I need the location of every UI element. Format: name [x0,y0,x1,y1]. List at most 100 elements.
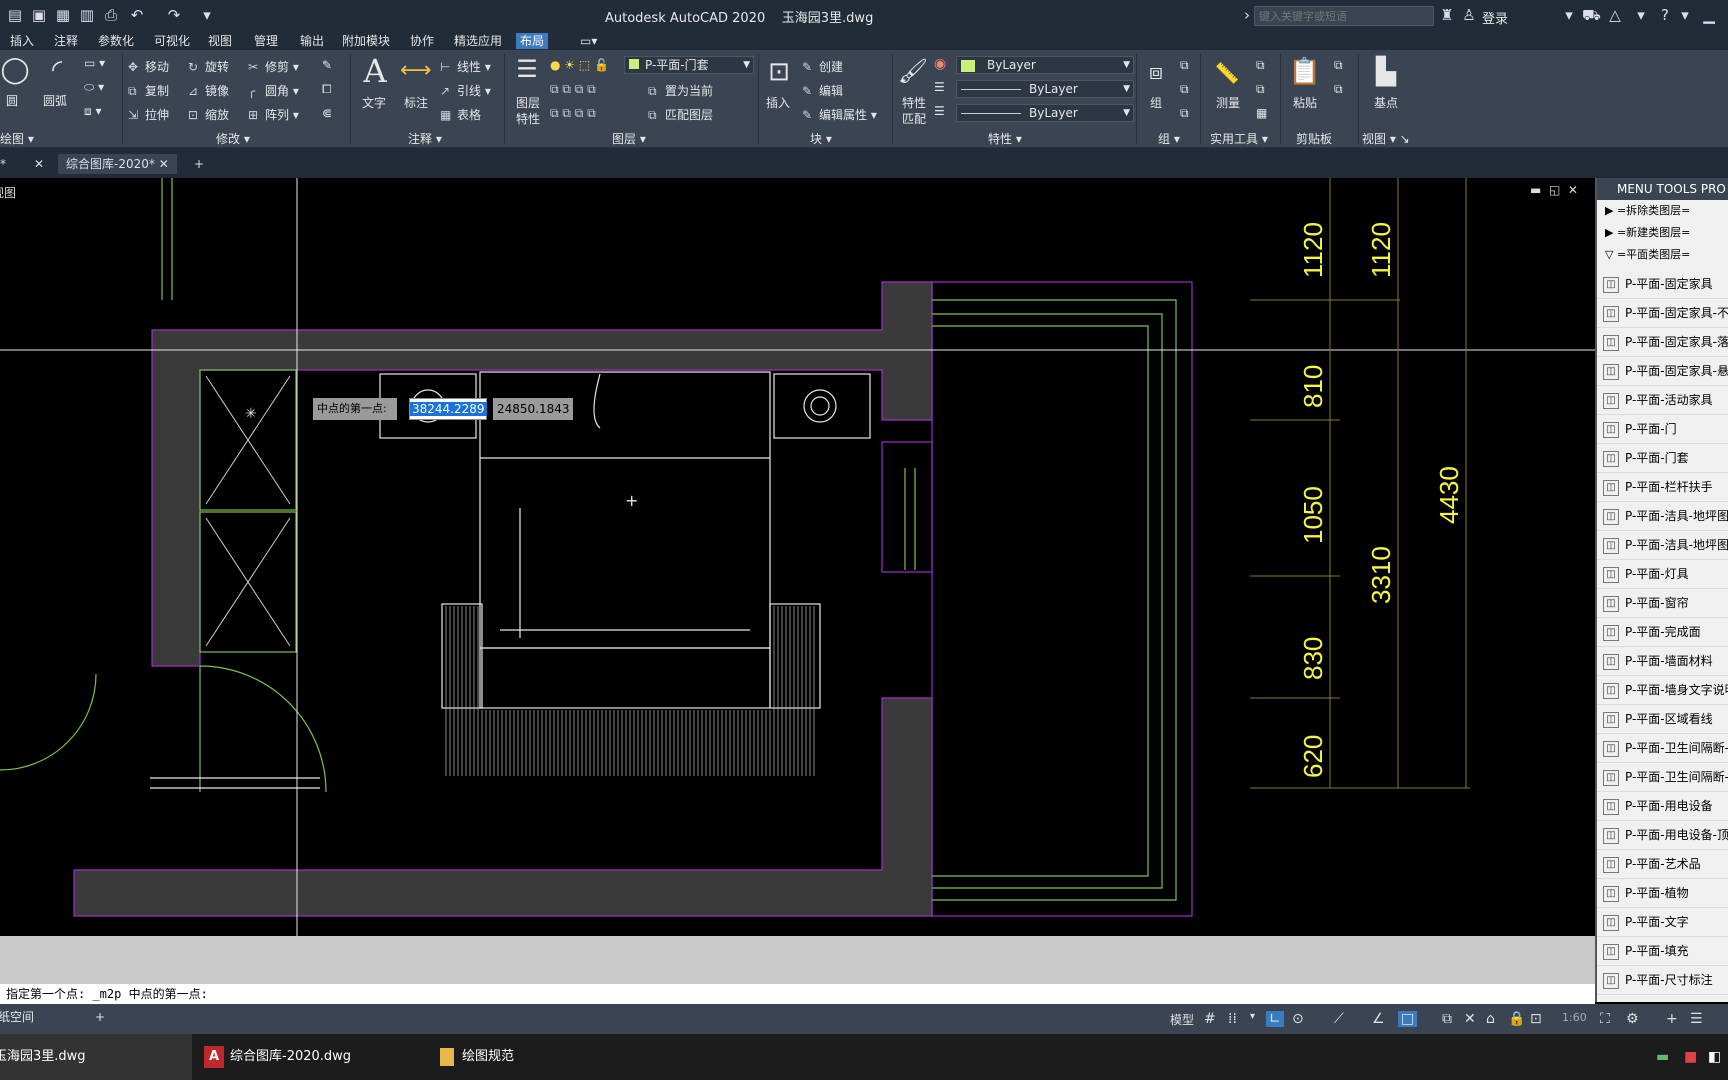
lineweight-dropdown[interactable]: ByLayer ▼ [956,104,1134,122]
block-panel-title[interactable]: 块 ▾ [810,130,832,146]
ungroup-icon[interactable]: ⧉ [1180,58,1189,73]
binoculars-icon[interactable]: ♜ [1438,6,1456,24]
tools-icon[interactable]: ✕ [1464,1011,1476,1027]
tab-addins[interactable]: 附加模块 [338,33,394,49]
minimize-icon[interactable]: ▁ [1700,6,1718,24]
palette-item[interactable]: ◫ P-平面-栏杆扶手 [1597,473,1728,502]
taskbar-item-folder[interactable]: 绘图规范 [440,1034,660,1080]
drawing-canvas[interactable]: 俯视图 ▬ ◱ ✕ [0,178,1595,936]
circle-icon[interactable]: ◯ [0,56,30,84]
palette-item[interactable]: ◫ P-平面-固定家具-悬空 [1597,357,1728,386]
user-icon[interactable]: ♙ [1460,6,1478,24]
rotate-button[interactable]: ↻ 旋转 [188,58,229,75]
palette-item[interactable]: ◫ P-平面-活动家具 [1597,386,1728,415]
layer-properties-line2[interactable]: 特性 [516,110,540,127]
angle-icon[interactable]: ∠ [1372,1011,1385,1027]
create-block-button[interactable]: ✎ 创建 [802,58,843,75]
ribbon-toggle-icon[interactable]: ▭▾ [576,33,601,49]
measure-button[interactable]: 测量 [1216,94,1240,111]
quick-select-icon[interactable]: ⧉ [1256,58,1265,73]
save-as-icon[interactable]: ▦ [54,6,72,24]
layer-dropdown[interactable]: P-平面-门套 ▼ [624,56,754,74]
group-select-icon[interactable]: ⧉ [1180,106,1189,121]
palette-item[interactable]: ◫ P-平面-艺术品 [1597,850,1728,879]
palette-item[interactable]: ◫ P-平面-植物 [1597,879,1728,908]
y-coordinate-input[interactable]: 24850.1843 [493,398,573,420]
layer-properties-line1[interactable]: 图层 [516,94,540,111]
redo-icon[interactable]: ↷ [165,6,183,24]
palette-item[interactable]: ◫ P-平面-洁具-地坪图2 [1597,531,1728,560]
group-icon[interactable]: ⧈ [1140,56,1172,90]
match-properties-icon[interactable]: 🖌 [896,54,930,88]
linetype-dropdown[interactable]: ByLayer ▼ [956,80,1134,98]
tab-layout[interactable]: 布局 [516,33,549,49]
palette-item[interactable]: ◫ P-平面-窗帘 [1597,589,1728,618]
print-icon[interactable]: ⎙ [102,6,120,24]
palette-item[interactable]: ◫ P-平面-用电设备 [1597,792,1728,821]
view-panel-title[interactable]: 视图 ▾ ↘ [1362,130,1410,146]
command-line[interactable]: 指定第一个点: _m2p 中点的第一点: [0,984,1595,1004]
nvidia-tray-icon[interactable]: ▬ [1656,1034,1669,1080]
palette-item[interactable]: ◫ P-平面-门 [1597,415,1728,444]
close-tab-icon[interactable]: ✕ [159,157,169,171]
palette-item[interactable]: ◫ P-平面-卫生间隔断-1 [1597,734,1728,763]
arc-button[interactable]: 圆弧 [43,92,67,109]
paste-icon[interactable]: 📋 [1288,54,1322,90]
ellipse-icon[interactable]: ⬭ ▾ [84,80,104,95]
tab-featured-apps[interactable]: 精选应用 [450,33,506,49]
rectangle-icon[interactable]: ▭ ▾ [84,56,105,70]
palette-item[interactable]: ◫ P-平面-卫生间隔断-2 [1597,763,1728,792]
layout-tab[interactable]: 图纸空间 + [0,1008,105,1025]
annotation-scale-value[interactable]: 1:60 [1562,1011,1587,1024]
fullscreen-icon[interactable]: ⛶ [1600,1011,1610,1027]
layer-properties-icon[interactable]: ☰ [510,54,544,84]
palette-item[interactable]: ◫ P-平面-固定家具-不落地 [1597,299,1728,328]
customize-icon[interactable]: ☰ [1690,1011,1703,1027]
group-edit-icon[interactable]: ⧉ [1180,82,1189,97]
palette-item[interactable]: ◫ P-平面-固定家具-落地 [1597,328,1728,357]
text-button[interactable]: 文字 [362,94,386,111]
tab-parametric[interactable]: 参数化 [94,33,138,49]
palette-item[interactable]: ◫ P-平面-门套 [1597,444,1728,473]
arc-icon[interactable]: ◜ [40,56,74,84]
base-view-button[interactable]: 基点 [1374,94,1398,111]
palette-group-new[interactable]: ▶ =新建类图层= [1597,222,1728,244]
palette-item[interactable]: ◫ P-平面-用电设备-顶面 [1597,821,1728,850]
settings-gear-icon[interactable]: ⚙ [1626,1011,1639,1027]
select-all-icon[interactable]: ⧉ [1256,82,1265,97]
close-tab-icon[interactable]: ✕ [34,154,44,174]
dimension-button[interactable]: 标注 [404,94,428,111]
palette-item[interactable]: ◫ P-平面-固定家具 [1597,270,1728,299]
palette-item[interactable]: ◫ P-平面-洁具-地坪图 [1597,502,1728,531]
annotation-monitor-icon[interactable]: ⧉ [1442,1011,1452,1027]
tab-collaborate[interactable]: 协作 [406,33,438,49]
lineweight-icon[interactable]: ☰ [934,104,945,118]
paste-button[interactable]: 粘贴 [1293,94,1317,111]
palette-group-plan[interactable]: ▽ =平面类图层= [1597,244,1728,266]
color-dropdown[interactable]: ByLayer ▼ [956,56,1134,74]
mirror-button[interactable]: ⊿ 镜像 [188,82,229,99]
layers-panel-title[interactable]: 图层 ▾ [612,130,646,146]
group-button[interactable]: 组 [1150,94,1162,111]
doc-tab-active[interactable]: 综合图库-2020* ✕ [58,154,177,174]
palette-group-demolish[interactable]: ▶ =拆除类图层= [1597,200,1728,222]
dropdown-icon[interactable]: ▾ [1676,6,1694,24]
copy-clip-icon[interactable]: ⧉ [1334,82,1343,97]
osnap-icon[interactable]: □ [1398,1011,1418,1027]
match-layer-button[interactable]: ⧉ 匹配图层 [648,106,713,123]
circle-button[interactable]: 圆 [6,92,18,109]
annotation-scale-icon[interactable]: ⊡ [1530,1011,1542,1027]
help-icon[interactable]: ? [1656,6,1674,24]
leader-button[interactable]: ↗ 引线 ▾ [440,82,491,99]
layer-state-icons[interactable]: ● ☀ ⬚ 🔓 [550,58,609,72]
palette-item[interactable]: ◫ P-平面-墙面材料 [1597,647,1728,676]
x-coordinate-input[interactable]: 38244.2289 [409,398,487,420]
layer-tools-row2[interactable]: ⧉ ⧉ ⧉ ⧉ [550,82,596,97]
base-view-icon[interactable]: ▙ [1366,56,1406,88]
measure-icon[interactable]: 📏 [1210,58,1244,88]
set-current-layer-button[interactable]: ⧉ 置为当前 [648,82,713,99]
edit-attributes-button[interactable]: ✎ 编辑属性 ▾ [802,106,877,123]
search-input[interactable] [1255,7,1433,25]
dropdown-icon[interactable]: ▾ [1632,6,1650,24]
hatch-icon[interactable]: ⧈ ▾ [84,104,101,119]
